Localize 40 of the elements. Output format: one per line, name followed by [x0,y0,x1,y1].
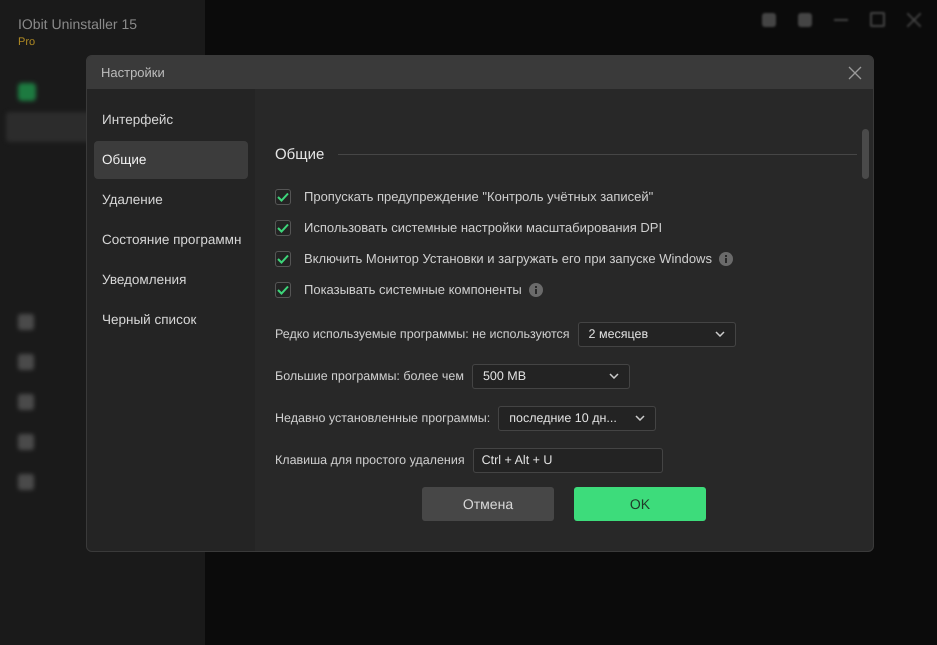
square-icon[interactable] [18,474,34,490]
checkbox[interactable] [275,220,291,236]
dialog-title: Настройки [101,65,165,80]
checkbox[interactable] [275,250,291,266]
maximize-icon[interactable] [870,12,885,27]
option-label: Показывать системные компоненты [304,282,522,297]
nav-item[interactable]: Общие [94,141,248,179]
checkbox[interactable] [275,282,291,298]
option-label: Использовать системные настройки масштабирования DPI [304,220,662,235]
scrollbar-thumb[interactable] [862,129,869,179]
setting-label: Недавно установленные программы: [275,411,490,425]
grid-icon[interactable] [18,83,36,101]
setting-label: Редко используемые программы: не используются [275,327,570,341]
checkbox[interactable] [275,188,291,204]
nav-item[interactable]: Удаление [94,181,248,219]
section-title: Общие [275,146,324,163]
dropdown[interactable]: 500 MB [472,364,630,388]
nav-item[interactable]: Состояние программн [94,221,248,259]
dropdown[interactable]: последние 10 дн... [498,406,656,430]
caret-icon [714,331,725,337]
close-icon[interactable] [848,66,862,80]
caret-icon [608,373,619,379]
edition-label: Pro [18,36,36,48]
ok-button[interactable]: OK [574,487,706,521]
square-icon[interactable] [18,314,34,330]
info-icon[interactable] [528,282,543,296]
option-label: Включить Монитор Установки и загружать его при запуске Windows [304,251,712,266]
nav-item[interactable]: Интерфейс [94,101,248,139]
info-icon[interactable] [718,252,733,266]
nav-item[interactable]: Уведомления [94,261,248,299]
option-label: Пропускать предупреждение "Контроль учётных записей" [304,189,654,204]
dropdown[interactable]: 2 месяцев [578,322,736,346]
app-title: IObit Uninstaller 15 [18,16,138,32]
cancel-button[interactable]: Отмена [422,487,554,521]
caret-icon [635,415,646,421]
setting-label: Большие программы: более чем [275,369,464,383]
square-icon[interactable] [18,354,34,370]
nav-item[interactable]: Черный список [94,301,248,339]
hotkey-field[interactable]: Ctrl + Alt + U [472,448,663,472]
setting-label: Клавиша для простого удаления [275,453,465,467]
